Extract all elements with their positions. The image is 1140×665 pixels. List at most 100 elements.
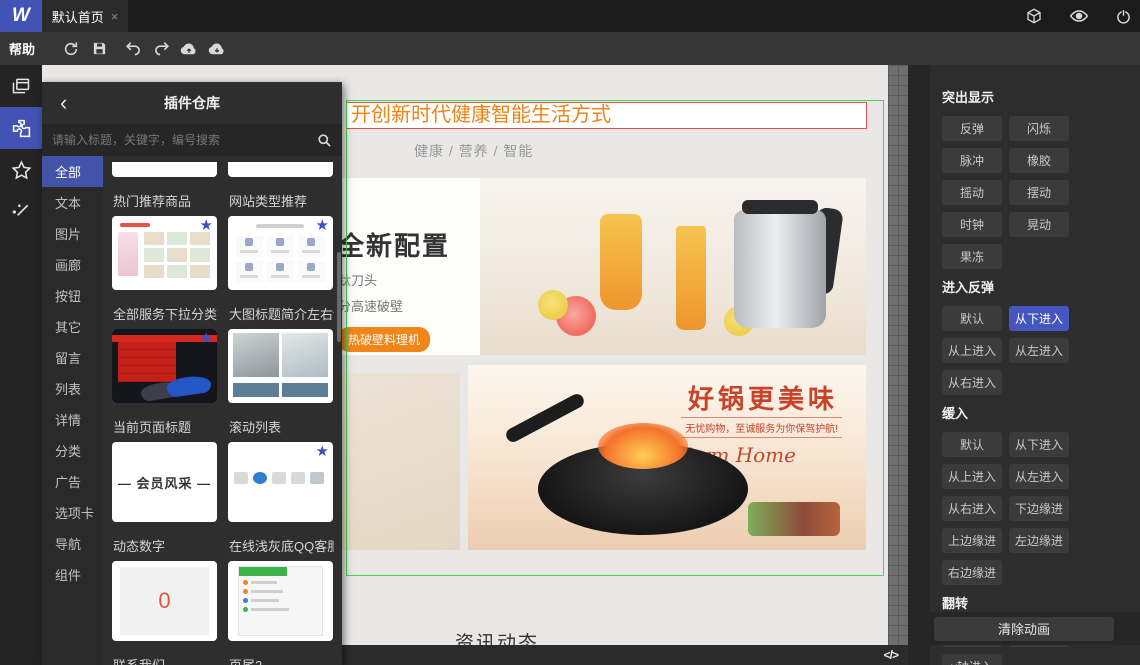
banner-line: 钛刀头	[338, 273, 378, 288]
star-badge-icon: ★	[315, 217, 329, 234]
plugin-card-site-types[interactable]: ★	[228, 216, 333, 290]
plugin-card-scroll-list[interactable]: ★	[228, 442, 333, 522]
tagline-text[interactable]: 健康 / 营养 / 智能	[414, 141, 533, 161]
save-icon[interactable]	[87, 38, 111, 60]
anim-button[interactable]: y轴进入	[942, 654, 1002, 665]
anim-button[interactable]: 左边缘进	[1009, 528, 1069, 553]
anim-button[interactable]: 晃动	[1009, 212, 1069, 237]
plugin-card-title: 全部服务下拉分类带...	[113, 307, 218, 322]
juice-pitcher	[600, 214, 642, 310]
anim-button[interactable]: 从左进入	[1009, 338, 1069, 363]
banner-button[interactable]: 热破壁料理机	[338, 327, 431, 352]
news-section-title[interactable]: 资讯动态	[455, 628, 539, 645]
category-item[interactable]: 留言	[42, 342, 103, 373]
anim-button[interactable]: 上边缘进	[942, 528, 1002, 553]
page-tab-label: 默认首页	[51, 9, 104, 25]
star-icon	[10, 159, 32, 179]
magnifier-icon[interactable]	[317, 133, 332, 148]
anim-button[interactable]: 反弹	[942, 116, 1002, 141]
plugin-search-bar	[42, 124, 342, 156]
eye-icon[interactable]	[1069, 9, 1089, 23]
anim-button[interactable]: 从右进入	[942, 496, 1002, 521]
undo-icon[interactable]	[121, 38, 145, 60]
category-item[interactable]: 画廊	[42, 249, 103, 280]
title-bar: W 默认首页 ×	[0, 0, 1140, 32]
plugin-card-big-image-switch[interactable]	[228, 329, 333, 403]
plugin-card-page-title[interactable]: — 会员风采 —	[112, 442, 217, 522]
sidebar-item-favorites[interactable]	[0, 149, 42, 191]
selected-heading-element[interactable]: 开创新时代健康智能生活方式	[346, 102, 867, 129]
app-logo[interactable]: W	[0, 0, 42, 32]
search-input[interactable]	[52, 133, 317, 147]
cloud-upload-icon[interactable]	[177, 38, 201, 60]
clear-animation-button[interactable]: 清除动画	[934, 616, 1114, 641]
category-item[interactable]: 全部	[42, 156, 103, 187]
left-sidebar	[0, 65, 42, 665]
plugin-card-cut[interactable]	[112, 162, 217, 177]
anim-button[interactable]: 从上进入	[942, 338, 1002, 363]
plugin-card-hot-products[interactable]: ★	[112, 216, 217, 290]
cloud-download-icon[interactable]	[205, 38, 229, 60]
plugin-card-cut[interactable]	[228, 162, 333, 177]
category-item[interactable]: 图片	[42, 218, 103, 249]
category-item[interactable]: 分类	[42, 435, 103, 466]
anim-section-bounce-in: 进入反弹 默认 从下进入 从上进入 从左进入 从右进入	[942, 277, 1132, 395]
panel-scrollbar[interactable]	[337, 252, 341, 342]
category-item[interactable]: 广告	[42, 466, 103, 497]
category-item[interactable]: 详情	[42, 404, 103, 435]
help-button[interactable]: 帮助	[0, 39, 45, 58]
anim-button[interactable]: 默认	[942, 306, 1002, 331]
wok-subtitle: 无忧购物，至诚服务为你保驾护航!	[681, 417, 842, 438]
category-item[interactable]: 组件	[42, 559, 103, 590]
plugin-card-services-dropdown[interactable]: ★	[112, 329, 217, 403]
back-arrow-icon[interactable]: ‹	[60, 82, 67, 124]
plugin-card-cell: 当前页面标题 — 会员风采 —	[112, 413, 217, 522]
anim-button[interactable]: 默认	[942, 432, 1002, 457]
plugin-card-list: 热门推荐商品 ★ 网站类型推荐 ★ 全部服务下拉分类 ★ 大图标题简介左右 当前…	[103, 156, 342, 665]
wok-photo: 好锅更美味 无忧购物，至诚服务为你保驾护航! Warm Home	[468, 365, 866, 550]
category-item[interactable]: 文本	[42, 187, 103, 218]
star-badge-icon: ★	[199, 217, 213, 234]
anim-section-title: 突出显示	[942, 90, 995, 105]
code-view-icon[interactable]: </>	[884, 648, 908, 662]
refresh-icon[interactable]	[59, 38, 83, 60]
anim-button[interactable]: 从左进入	[1009, 464, 1069, 489]
sidebar-item-tools[interactable]	[0, 191, 42, 233]
anim-button[interactable]: 摇动	[942, 180, 1002, 205]
category-item[interactable]: 选项卡	[42, 497, 103, 528]
preview-label	[120, 223, 150, 227]
anim-button[interactable]: 右边缘进	[942, 560, 1002, 585]
plugin-card-title: 滚动列表	[229, 420, 282, 435]
anim-button[interactable]: 下边缘进	[1009, 496, 1069, 521]
redo-icon[interactable]	[149, 38, 173, 60]
anim-section-title: 缓入	[942, 406, 969, 421]
category-item[interactable]: 按钮	[42, 280, 103, 311]
banner-blender-text: 全新配置 钛刀头 分高速破壁 热破壁料理机	[338, 178, 480, 355]
sidebar-item-plugins[interactable]	[0, 107, 42, 149]
anim-button[interactable]: 从上进入	[942, 464, 1002, 489]
anim-button[interactable]: 时钟	[942, 212, 1002, 237]
page-tab[interactable]: 默认首页 ×	[42, 0, 128, 32]
lemon	[538, 290, 568, 320]
plugin-panel-header: ‹ 插件仓库	[42, 82, 342, 124]
canvas-scroll-gutter[interactable]	[888, 65, 908, 665]
anim-button[interactable]: 从右进入	[942, 370, 1002, 395]
close-tab-icon[interactable]: ×	[111, 9, 119, 24]
sidebar-item-pages[interactable]	[0, 65, 42, 107]
category-item[interactable]: 其它	[42, 311, 103, 342]
anim-button[interactable]: 果冻	[942, 244, 1002, 269]
anim-button[interactable]: 闪烁	[1009, 116, 1069, 141]
box-icon[interactable]	[1025, 7, 1043, 25]
anim-button[interactable]: 从下进入	[1009, 432, 1069, 457]
power-icon[interactable]	[1115, 8, 1132, 25]
kettle-body	[734, 210, 826, 328]
anim-button[interactable]: 摆动	[1009, 180, 1069, 205]
anim-button[interactable]: 从下进入	[1009, 306, 1069, 331]
plugin-card-dynamic-number[interactable]: 0	[112, 561, 217, 641]
anim-button[interactable]: 脉冲	[942, 148, 1002, 173]
category-item[interactable]: 导航	[42, 528, 103, 559]
plugin-card-qq-service[interactable]	[228, 561, 333, 641]
category-item[interactable]: 列表	[42, 373, 103, 404]
anim-section-title: 翻转	[942, 596, 969, 611]
anim-button[interactable]: 橡胶	[1009, 148, 1069, 173]
